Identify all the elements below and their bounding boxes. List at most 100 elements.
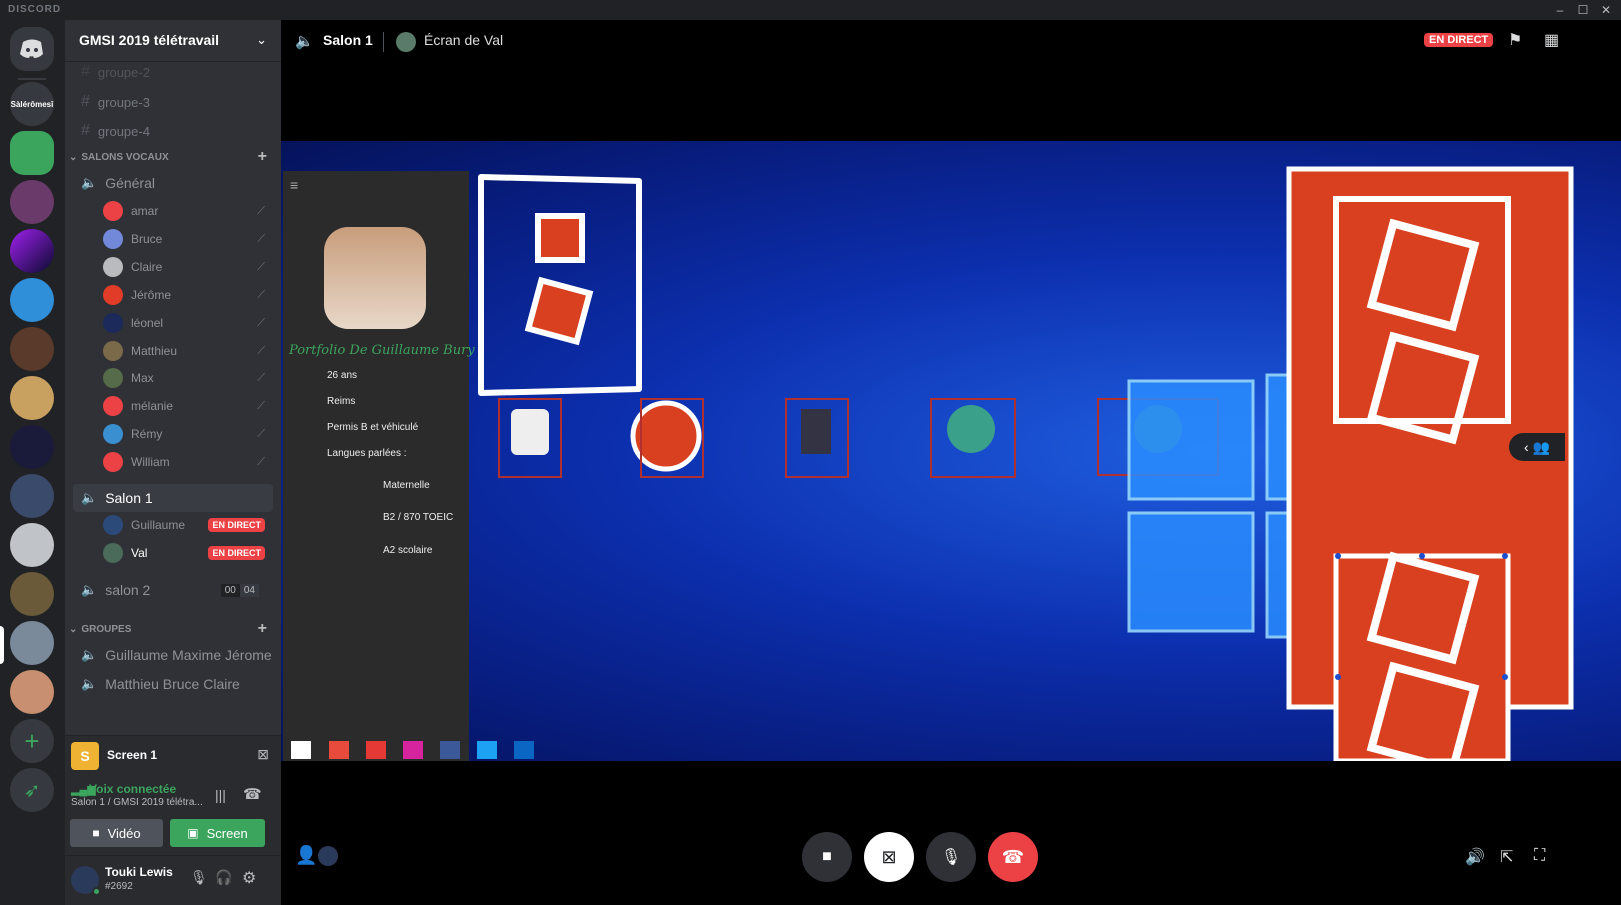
stream-muted-icon: ⟋ [257,260,265,273]
voice-user[interactable]: Max ⟋ [103,365,273,391]
server-6[interactable] [10,327,54,371]
stream-muted-icon: ⟋ [257,399,265,412]
avatar [396,32,416,52]
guild-header[interactable]: GMSI 2019 télétravail ⌄ [65,20,281,62]
disconnect-button[interactable]: ☎ [988,832,1038,882]
voice-user[interactable]: mélanie ⟋ [103,393,273,419]
popout-icon[interactable]: ⇱ [1500,847,1513,867]
avatar [103,452,123,472]
server-3[interactable] [10,180,54,224]
server-8[interactable] [10,425,54,469]
voice-channel-salon-1[interactable]: 🔈 Salon 1 [73,484,273,512]
taskbar-icons [291,741,534,759]
server-salerome[interactable]: Sàlérômesî [10,82,54,126]
maximize-button[interactable]: ☐ [1575,2,1591,18]
stop-screen-share-button[interactable]: ⊠ [864,832,914,882]
server-13[interactable] [10,670,54,714]
avatar [103,201,123,221]
drawn-square-shape [524,276,594,346]
voice-channel-general[interactable]: 🔈 Général [73,169,273,197]
close-window-button[interactable]: ✕ [1598,2,1614,18]
flag-icon[interactable]: ⚑ [1508,30,1522,50]
voice-connection-panel: ▂▄▆ Voix connectée Salon 1 / GMSI 2019 t… [65,775,281,860]
voice-channel-salon-2[interactable]: 🔈 salon 2 00 04 [73,576,273,604]
avatar[interactable] [318,846,338,866]
avatar [103,229,123,249]
voice-user[interactable]: Jérôme ⟋ [103,282,273,308]
add-channel-button[interactable]: + [258,620,267,638]
home-button[interactable] [10,27,54,71]
explore-servers-button[interactable]: ➶ [10,768,54,812]
fullscreen-icon[interactable]: ⛶ [1534,847,1545,865]
hash-icon: # [81,122,90,139]
channel-groupe-3[interactable]: # groupe-3 [73,89,273,115]
screen-share-button[interactable]: ▣ Screen [170,819,265,847]
camera-toggle-button[interactable]: ■ [802,832,852,882]
voice-status[interactable]: Voix connectée [89,782,176,796]
window-titlebar: DISCORD – ☐ ✕ [0,0,1621,20]
disconnect-icon[interactable]: ☎ [243,785,262,803]
server-11[interactable] [10,572,54,616]
server-12[interactable] [10,621,54,665]
avatar [103,368,123,388]
selected-shape [1333,553,1511,761]
mute-microphone-button[interactable]: 🎙 [926,832,976,882]
server-10[interactable] [10,523,54,567]
voice-channel-group-2[interactable]: 🔈 Matthieu Bruce Claire [73,670,273,698]
settings-gear-icon[interactable]: ⚙ [242,868,256,888]
add-server-button[interactable]: + [10,719,54,763]
voice-user[interactable]: Val EN DIRECT [103,540,273,566]
chevron-down-icon: ⌄ [69,151,78,163]
headphones-icon[interactable]: 🎧 [215,869,232,886]
avatar [103,285,123,305]
voice-user[interactable]: Claire ⟋ [103,254,273,280]
minimize-button[interactable]: – [1552,2,1568,18]
channel-groupe-2[interactable]: # groupe-2 [73,64,273,80]
voice-location[interactable]: Salon 1 / GMSI 2019 télétra... [71,797,203,808]
add-channel-button[interactable]: + [258,148,267,166]
member-list-toggle-button[interactable]: ‹ 👥 [1509,433,1565,461]
avatar [103,424,123,444]
voice-user[interactable]: amar ⟋ [103,198,273,224]
category-groupes[interactable]: ⌄ GROUPES + [69,620,277,638]
grid-layout-icon[interactable]: ▦ [1544,30,1559,50]
stream-muted-icon: ⟋ [257,427,265,440]
voice-user[interactable]: Rémy ⟋ [103,421,273,447]
app-brand: DISCORD [8,4,62,15]
voice-channel-group-1[interactable]: 🔈 Guillaume Maxime Jérome [73,641,273,669]
server-7[interactable] [10,376,54,420]
guild-name: GMSI 2019 télétravail [79,32,220,48]
voice-user[interactable]: léonel ⟋ [103,310,273,336]
server-2[interactable] [10,131,54,175]
rail-divider [18,78,46,80]
stage-app-icons [498,398,1219,478]
category-salons-vocaux[interactable]: ⌄ SALONS VOCAUX + [69,148,277,166]
video-button[interactable]: ■ Vidéo [70,819,163,847]
voice-user[interactable]: William ⟋ [103,449,273,475]
user-tag: #2692 [105,881,133,892]
shared-screen[interactable]: ≡ Portfolio De Guillaume Bury 26 ans Rei… [281,141,1621,761]
chevron-left-icon: ‹ [1524,439,1529,455]
stop-stream-icon[interactable]: ⊠ [257,746,269,763]
people-icon: 👥 [1532,438,1550,455]
channel-groupe-4[interactable]: # groupe-4 [73,118,273,144]
stream-view: 🔈 Salon 1 Écran de Val EN DIRECT ⚑ ▦ ≡ P… [281,20,1621,905]
stream-muted-icon: ⟋ [257,371,265,384]
selected-server-pill [0,626,4,664]
server-9[interactable] [10,474,54,518]
avatar [103,341,123,361]
server-5[interactable] [10,278,54,322]
microphone-icon[interactable]: 🎙 [190,869,208,886]
live-badge: EN DIRECT [1424,33,1494,47]
volume-icon[interactable]: 🔊 [1465,847,1485,867]
voice-user[interactable]: Guillaume EN DIRECT [103,512,273,538]
chevron-down-icon: ⌄ [256,32,267,47]
microphone-icon: 🎙 [940,849,962,866]
app-icon [511,409,549,455]
discord-logo-icon [20,39,43,58]
voice-user[interactable]: Matthieu ⟋ [103,338,273,364]
server-4[interactable] [10,229,54,273]
voice-user[interactable]: Bruce ⟋ [103,226,273,252]
noise-suppression-icon[interactable]: ||| [215,787,226,803]
stream-muted-icon: ⟋ [257,344,265,357]
